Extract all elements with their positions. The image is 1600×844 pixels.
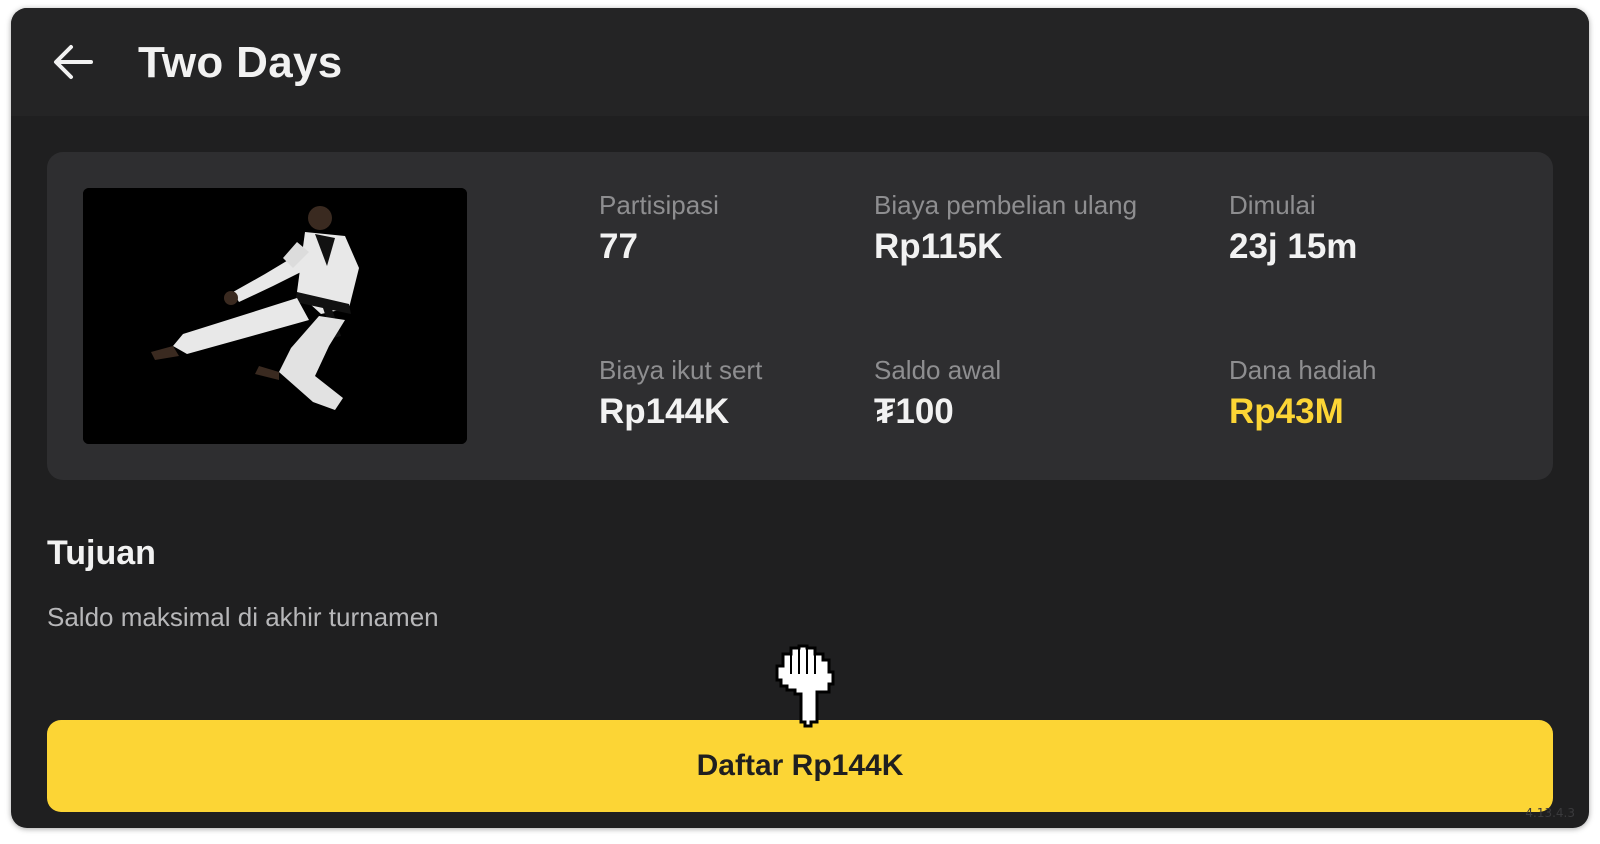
arrow-left-icon bbox=[54, 45, 93, 79]
goal-heading: Tujuan bbox=[47, 534, 156, 572]
back-button[interactable] bbox=[47, 36, 99, 88]
stat-value: ₮100 bbox=[874, 392, 954, 431]
stat-label: Saldo awal bbox=[874, 355, 1002, 385]
stat-label: Partisipasi bbox=[599, 190, 719, 220]
tournament-info-card: Partisipasi 77 Biaya pembelian ulang Rp1… bbox=[47, 152, 1553, 480]
stat-value: Rp43M bbox=[1229, 392, 1344, 431]
version-label: 4.13.4.3 bbox=[1525, 806, 1575, 820]
stat-value: 23j 15m bbox=[1229, 227, 1358, 266]
stat-value: Rp144K bbox=[599, 392, 730, 431]
tournament-image bbox=[83, 188, 467, 444]
stat-value: Rp115K bbox=[874, 227, 1003, 266]
stat-prize-pool: Dana hadiah Rp43M bbox=[1229, 355, 1376, 432]
stat-label: Dimulai bbox=[1229, 190, 1316, 220]
page-title: Two Days bbox=[138, 38, 343, 87]
stat-rebuy-fee: Biaya pembelian ulang Rp115K bbox=[874, 190, 1137, 267]
top-bar: Two Days bbox=[11, 8, 1589, 116]
stat-value: 77 bbox=[599, 227, 638, 266]
stat-label: Dana hadiah bbox=[1229, 355, 1377, 385]
stat-entry-fee: Biaya ikut sert Rp144K bbox=[599, 355, 762, 432]
app-window: Two Days Partisipasi 77 Biaya pembelian … bbox=[11, 8, 1589, 828]
taekwondo-kick-icon bbox=[83, 188, 467, 444]
register-button-label: Daftar Rp144K bbox=[696, 749, 904, 782]
stat-label: Biaya pembelian ulang bbox=[874, 190, 1138, 220]
stat-starts-in: Dimulai 23j 15m bbox=[1229, 190, 1357, 267]
goal-description: Saldo maksimal di akhir turnamen bbox=[47, 602, 439, 632]
register-button[interactable]: Daftar Rp144K bbox=[47, 720, 1553, 812]
stat-starting-balance: Saldo awal ₮100 bbox=[874, 355, 1001, 432]
stat-participants: Partisipasi 77 bbox=[599, 190, 719, 267]
stat-label: Biaya ikut sert bbox=[599, 355, 763, 385]
